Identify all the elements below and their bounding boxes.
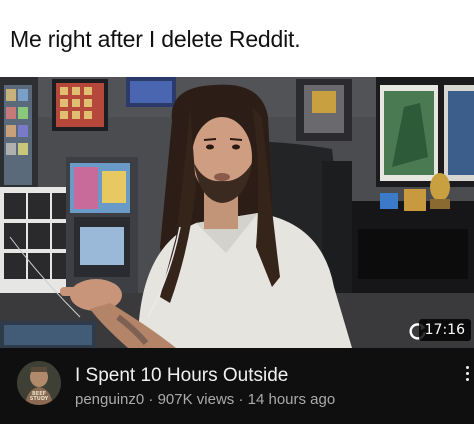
more-vert-icon[interactable] [464,366,470,386]
meme-caption: Me right after I delete Reddit. [10,26,301,52]
video-metadata: penguinz0 · 907K views · 14 hours ago [75,391,335,408]
video-meta-bar: BEEF STUDY I Spent 10 Hours Outside peng… [0,348,474,424]
video-thumbnail[interactable]: 17:16 [0,77,474,348]
channel-avatar[interactable]: BEEF STUDY [17,361,61,405]
avatar-text-line2: STUDY [29,396,49,402]
meme-image: Me right after I delete Reddit. 17:16 BE… [0,0,474,424]
thumbnail-scene [0,77,474,348]
upload-age: 14 hours ago [247,391,336,408]
meta-separator: · [238,391,244,408]
video-title[interactable]: I Spent 10 Hours Outside [75,365,288,387]
channel-name[interactable]: penguinz0 [75,391,144,408]
view-count: 907K views [157,391,235,408]
meta-separator: · [148,391,154,408]
duration-badge: 17:16 [418,319,471,341]
